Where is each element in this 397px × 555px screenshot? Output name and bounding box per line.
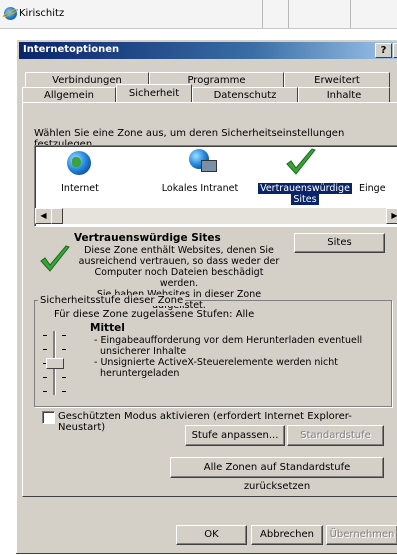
scroll-left-button[interactable]: ◀: [35, 208, 52, 224]
close-button[interactable]: ×: [393, 43, 397, 58]
horizontal-scrollbar[interactable]: ◀ ▶: [35, 208, 397, 224]
desc-line: Computer noch Dateien beschädigt werden.: [94, 267, 264, 289]
zone-title: Vertrauenswürdige Sites: [74, 232, 221, 244]
tab-erweitert[interactable]: Erweitert: [284, 72, 390, 87]
default-level-button[interactable]: Standardstufe: [287, 425, 384, 446]
slider-tick: [43, 377, 47, 378]
reset-all-zones-button[interactable]: Alle Zonen auf Standardstufe zurücksetze…: [170, 457, 384, 492]
title-bar[interactable]: Internetoptionen ? ×: [19, 42, 397, 59]
tab-inhalte[interactable]: Inhalte: [298, 87, 390, 102]
tab-allgemein[interactable]: Allgemein: [22, 87, 116, 102]
help-button[interactable]: ?: [375, 43, 392, 58]
desc-line: ausreichend vertrauen, so dass weder der: [78, 256, 280, 267]
zone-trusted-sites[interactable]: Vertrauenswürdige Sites: [257, 146, 353, 208]
globe-icon: [67, 151, 91, 175]
sites-button[interactable]: Sites: [294, 233, 385, 253]
computer-icon: [201, 160, 217, 172]
level-line: heruntergeladen: [100, 368, 180, 379]
level-line: - Eingabeaufforderung vor dem Herunterla…: [94, 335, 363, 346]
zone-restricted[interactable]: Einge: [359, 146, 397, 208]
tab-datenschutz[interactable]: Datenschutz: [192, 87, 298, 102]
slider-tick: [43, 391, 47, 392]
scroll-thumb[interactable]: [51, 208, 63, 224]
zone-list[interactable]: Internet Lokales Intranet Vertrauenswürd…: [34, 145, 397, 227]
tab-divider: [262, 0, 263, 28]
tab-sicherheit[interactable]: Sicherheit: [116, 84, 192, 102]
trusted-check-icon: [40, 245, 70, 272]
custom-level-button[interactable]: Stufe anpassen...: [185, 425, 285, 446]
check-icon: [286, 148, 316, 175]
allowed-levels: Für diese Zone zugelassene Stufen: Alle: [54, 309, 255, 320]
level-line: unsicherer Inhalte: [100, 346, 187, 357]
tab-divider: [350, 0, 351, 28]
scroll-right-button[interactable]: ▶: [386, 208, 397, 224]
zone-internet[interactable]: Internet: [35, 146, 125, 208]
browser-tab-title[interactable]: Kirischitz: [19, 8, 64, 19]
desc-line: Diese Zone enthält Websites, denen Sie: [84, 245, 274, 256]
apply-button[interactable]: Übernehmen: [326, 525, 397, 545]
dialog-title: Internetoptionen: [23, 44, 120, 55]
slider-tick: [62, 349, 66, 350]
level-name: Mittel: [90, 322, 125, 334]
zone-label: Vertrauenswürdige Sites: [257, 183, 353, 205]
level-line: - Unsignierte ActiveX-Steuerelemente wer…: [94, 357, 338, 368]
zone-label-line2: Sites: [291, 194, 319, 205]
group-title: Sicherheitsstufe dieser Zone: [38, 295, 186, 306]
zone-label-line1: Vertrauenswürdige: [258, 183, 352, 194]
zone-label: Internet: [61, 183, 99, 194]
slider-tick: [43, 335, 47, 336]
protected-mode-checkbox[interactable]: [42, 411, 55, 424]
ie-icon: [4, 7, 17, 20]
cancel-button[interactable]: Abbrechen: [251, 525, 323, 545]
slider-tick: [62, 391, 66, 392]
slider-tick: [62, 377, 66, 378]
level-description: - Eingabeaufforderung vor dem Herunterla…: [94, 335, 364, 379]
slider-thumb[interactable]: [46, 358, 64, 369]
zone-intranet[interactable]: Lokales Intranet: [145, 146, 255, 208]
ok-button[interactable]: OK: [176, 525, 247, 545]
zone-label: Lokales Intranet: [161, 183, 239, 194]
slider-tick: [43, 349, 47, 350]
slider-tick: [62, 335, 66, 336]
tab-divider: [288, 0, 289, 28]
zone-label: Einge: [359, 183, 386, 194]
